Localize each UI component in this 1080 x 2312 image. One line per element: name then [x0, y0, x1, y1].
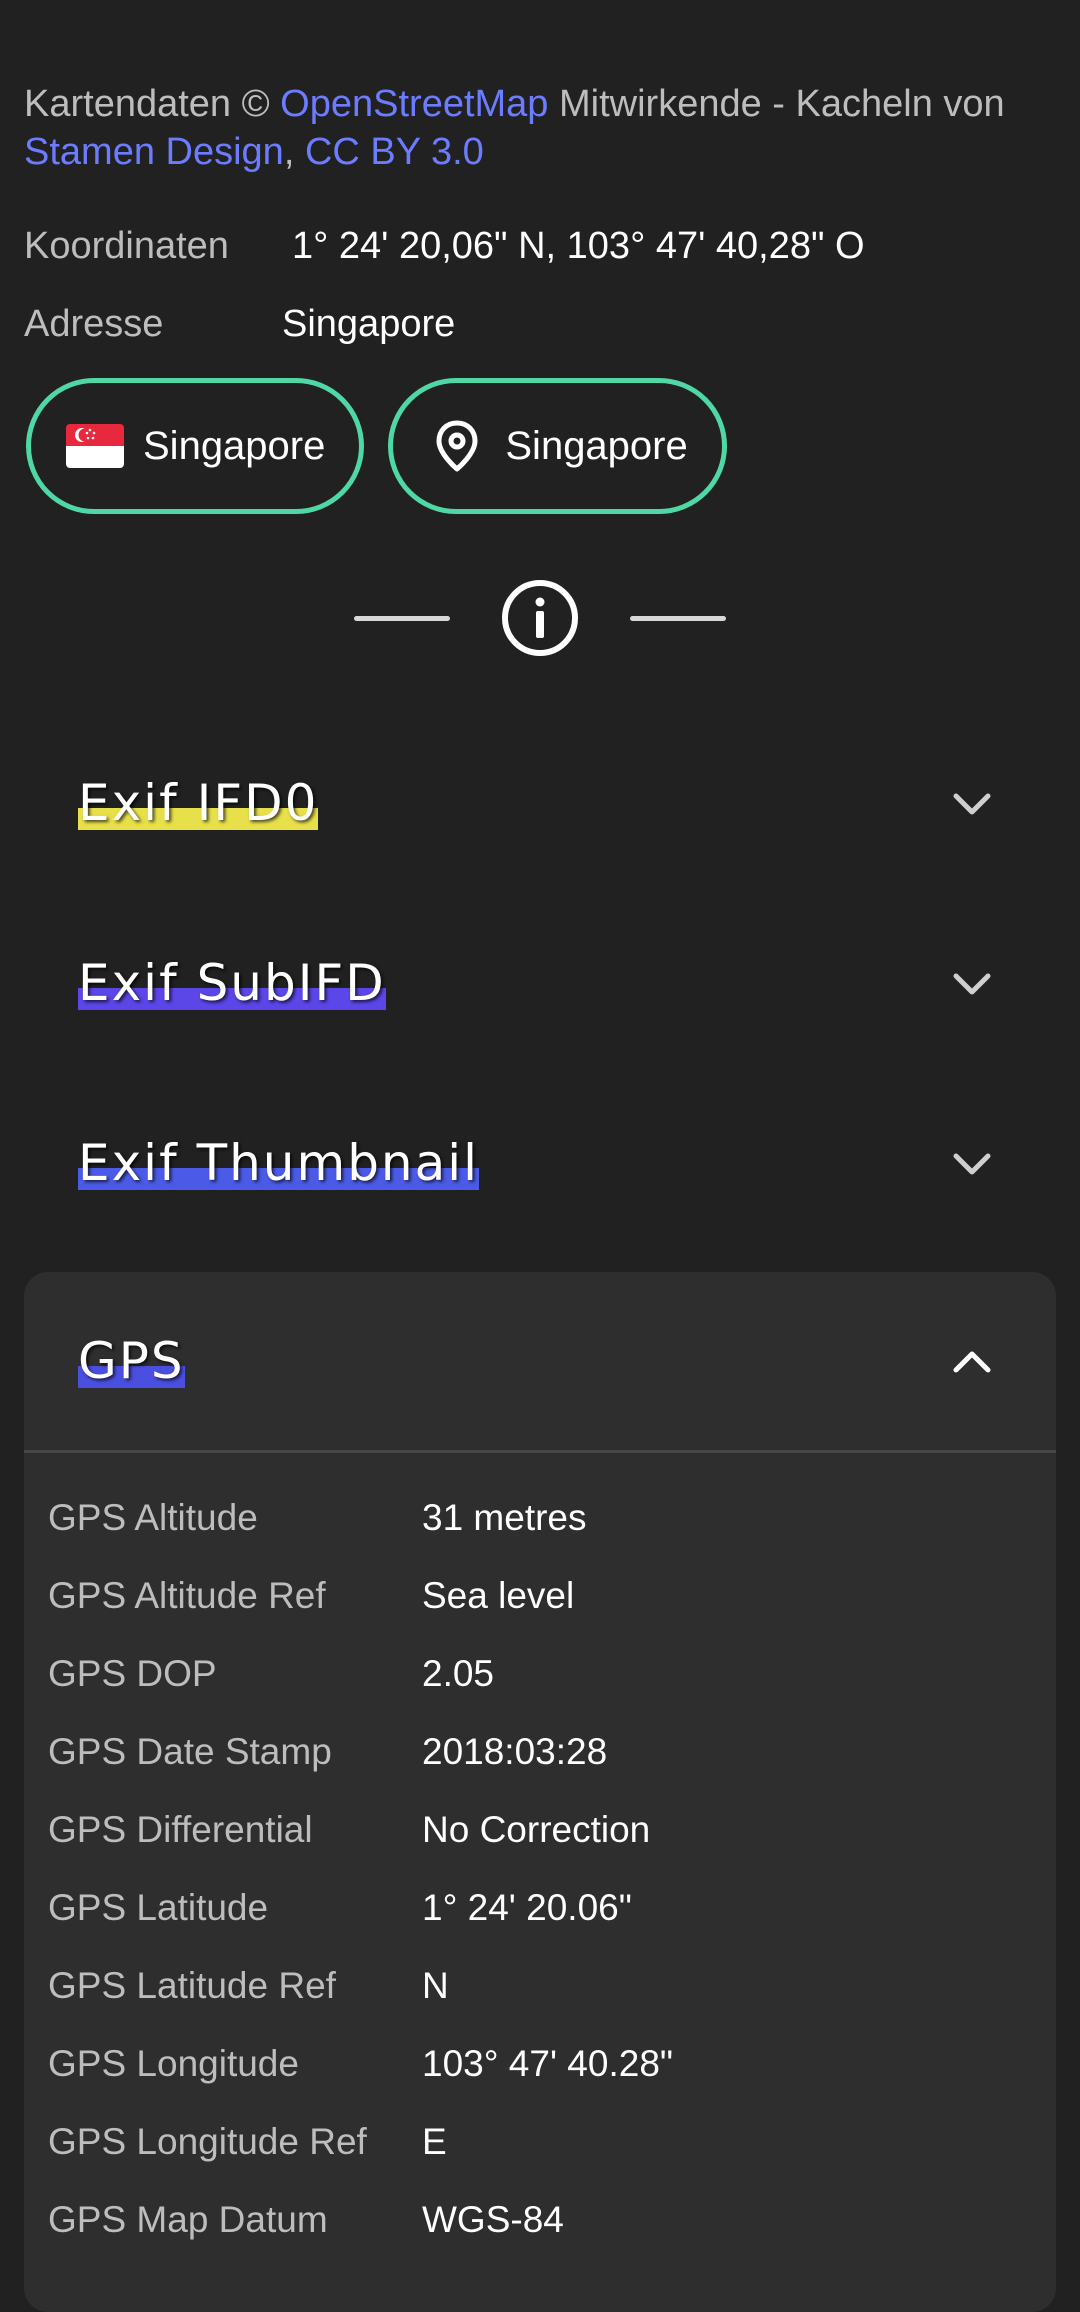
attribution-comma: , — [283, 131, 295, 173]
gps-section-card: GPS GPS Altitude 31 metres GPS Altitude R… — [24, 1272, 1056, 2312]
section-title-exif-ifd0: Exif IFD0 — [78, 772, 319, 834]
country-chip-label: Singapore — [143, 423, 326, 468]
section-gps[interactable]: GPS — [24, 1292, 1056, 1432]
gps-key: GPS Differential — [48, 1809, 313, 1850]
place-chip-label: Singapore — [505, 423, 688, 468]
gps-key: GPS Longitude Ref — [48, 2121, 367, 2162]
attribution-prefix: Kartendaten © — [24, 83, 270, 125]
gps-value: 103° 47' 40.28" — [422, 2043, 674, 2084]
place-chip[interactable]: Singapore — [388, 378, 727, 514]
info-icon[interactable] — [500, 578, 580, 658]
gps-key: GPS Latitude Ref — [48, 1965, 336, 2006]
gps-value: No Correction — [422, 1809, 651, 1850]
gps-row: GPS Altitude Ref Sea level — [48, 1572, 1048, 1650]
singapore-flag-icon — [65, 416, 125, 476]
section-title-exif-thumbnail: Exif Thumbnail — [78, 1132, 480, 1194]
gps-row: GPS Latitude 1° 24' 20.06" — [48, 1884, 1048, 1962]
gps-value: Sea level — [422, 1575, 575, 1616]
gps-row: GPS Date Stamp 2018:03:28 — [48, 1728, 1048, 1806]
gps-value: N — [422, 1965, 449, 2006]
gps-value: WGS-84 — [422, 2199, 564, 2240]
map-attribution: Kartendaten © OpenStreetMap Mitwirkende … — [24, 83, 1054, 176]
location-chips: Singapore Singapore — [26, 378, 727, 514]
section-exif-thumbnail[interactable]: Exif Thumbnail — [24, 1094, 1056, 1234]
gps-row: GPS Longitude 103° 47' 40.28" — [48, 2040, 1048, 2118]
section-title-text: Exif SubIFD — [78, 954, 386, 1012]
stamen-design-link[interactable]: Stamen Design — [24, 131, 284, 173]
coordinates-row: Koordinaten 1° 24' 20,06" N, 103° 47' 40,… — [24, 222, 865, 270]
chevron-up-icon[interactable] — [950, 1340, 994, 1384]
gps-value: 2018:03:28 — [422, 1731, 608, 1772]
cc-by-link[interactable]: CC BY 3.0 — [305, 131, 484, 173]
gps-key: GPS Longitude — [48, 2043, 299, 2084]
divider-line-left — [354, 615, 450, 621]
gps-row: GPS Longitude Ref E — [48, 2118, 1048, 2196]
gps-row: GPS Latitude Ref N — [48, 1962, 1048, 2040]
country-chip[interactable]: Singapore — [26, 378, 365, 514]
gps-row: GPS Altitude 31 metres — [48, 1494, 1048, 1572]
gps-value: 2.05 — [422, 1653, 495, 1694]
gps-key: GPS Date Stamp — [48, 1731, 332, 1772]
address-label: Adresse — [24, 303, 164, 345]
gps-key: GPS Altitude Ref — [48, 1575, 326, 1616]
chevron-down-icon[interactable] — [950, 782, 994, 826]
gps-value: 1° 24' 20.06" — [422, 1887, 632, 1928]
gps-key: GPS Latitude — [48, 1887, 269, 1928]
chevron-down-icon[interactable] — [950, 1142, 994, 1186]
gps-row: GPS Differential No Correction — [48, 1806, 1048, 1884]
section-exif-ifd0[interactable]: Exif IFD0 — [24, 734, 1056, 874]
section-title-gps: GPS — [78, 1330, 185, 1392]
section-title-exif-subifd: Exif SubIFD — [78, 952, 386, 1014]
address-value: Singapore — [282, 303, 456, 345]
address-row: Adresse Singapore — [24, 300, 455, 348]
gps-value: E — [422, 2121, 447, 2162]
chevron-down-icon[interactable] — [950, 962, 994, 1006]
section-title-text: Exif IFD0 — [78, 774, 319, 832]
coordinates-value: 1° 24' 20,06" N, 103° 47' 40,28" O — [292, 225, 865, 267]
section-exif-subifd[interactable]: Exif SubIFD — [24, 914, 1056, 1054]
coordinates-label: Koordinaten — [24, 225, 229, 267]
gps-value: 31 metres — [422, 1497, 587, 1538]
attribution-middle: Mitwirkende - Kacheln von — [559, 83, 1005, 125]
gps-row: GPS Map Datum WGS-84 — [48, 2196, 1048, 2274]
gps-header-divider — [24, 1450, 1056, 1453]
section-divider — [0, 578, 1080, 658]
gps-key: GPS Map Datum — [48, 2199, 328, 2240]
gps-row: GPS DOP 2.05 — [48, 1650, 1048, 1728]
location-pin-icon — [427, 416, 487, 476]
gps-key: GPS Altitude — [48, 1497, 258, 1538]
openstreetmap-link[interactable]: OpenStreetMap — [280, 83, 548, 125]
gps-key: GPS DOP — [48, 1653, 217, 1694]
divider-line-right — [630, 615, 726, 621]
section-title-text: GPS — [78, 1332, 185, 1390]
section-title-text: Exif Thumbnail — [78, 1134, 480, 1192]
gps-metadata-list: GPS Altitude 31 metres GPS Altitude Ref Se… — [48, 1494, 1048, 2274]
